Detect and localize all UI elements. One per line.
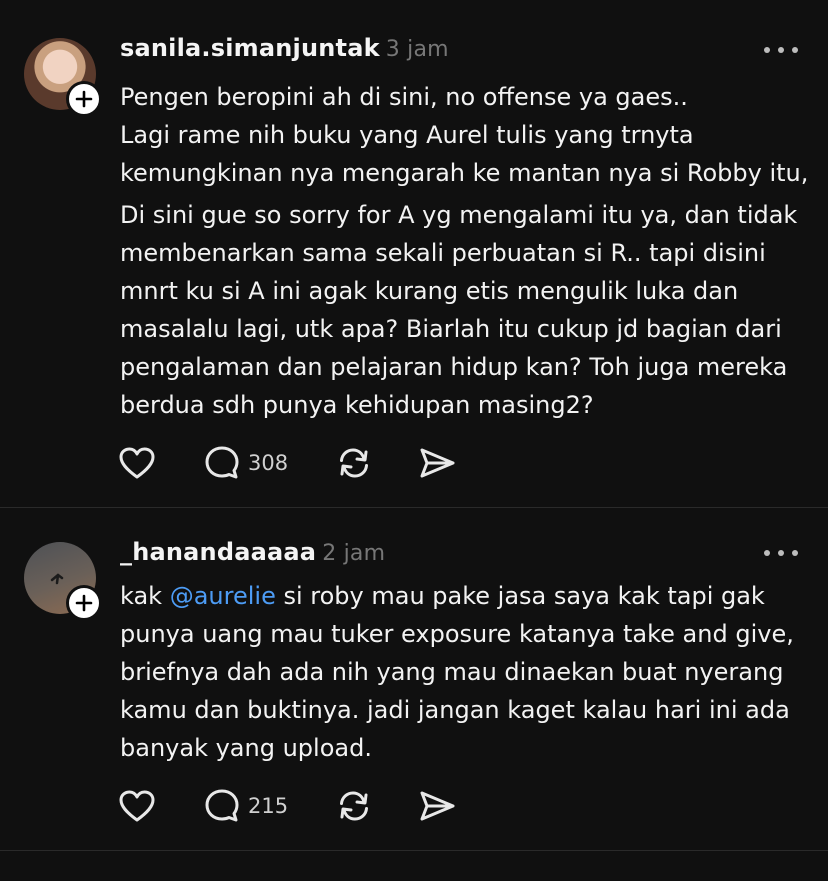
- username[interactable]: _hanandaaaaa: [120, 538, 316, 566]
- comment-icon: [205, 789, 239, 822]
- timestamp: 2 jam: [322, 541, 386, 566]
- post-text-line: briefnya dah ada nih yang mau dinaekan b…: [120, 658, 784, 686]
- divider: [0, 850, 828, 851]
- post-text-line: masalalu lagi, utk apa? Biarlah itu cuku…: [120, 315, 782, 343]
- reply-button[interactable]: 215: [204, 786, 336, 826]
- text-fragment: kak: [120, 582, 170, 610]
- like-button[interactable]: [118, 443, 204, 483]
- thread-post: _hanandaaaaa 2 jam kak @aurelie si roby m…: [0, 508, 828, 850]
- follow-plus-button[interactable]: [66, 585, 102, 621]
- repost-icon: [340, 791, 368, 821]
- timestamp: 3 jam: [385, 37, 449, 62]
- post-text-line: kemungkinan nya mengarah ke mantan nya s…: [120, 159, 809, 187]
- post-text-line: Lagi rame nih buku yang Aurel tulis yang…: [120, 121, 694, 149]
- reply-count: 215: [248, 794, 289, 818]
- action-bar: 308: [118, 443, 458, 483]
- reply-button[interactable]: 308: [204, 443, 336, 483]
- follow-plus-button[interactable]: [66, 81, 102, 117]
- more-options-icon[interactable]: [764, 46, 798, 54]
- username[interactable]: sanila.simanjuntak: [120, 34, 380, 62]
- mention-link[interactable]: @aurelie: [170, 582, 276, 610]
- reply-count: 308: [248, 451, 289, 475]
- repost-icon: [340, 448, 368, 478]
- post-text-line: banyak yang upload.: [120, 734, 372, 762]
- share-button[interactable]: [418, 443, 458, 483]
- post-text-line: pengalaman dan pelajaran hidup kan? Toh …: [120, 353, 788, 381]
- post-text-line: kamu dan buktinya. jadi jangan kaget kal…: [120, 696, 790, 724]
- heart-icon: [119, 447, 155, 479]
- text-fragment: si roby mau pake jasa saya kak tapi gak: [275, 582, 765, 610]
- post-text-line: mnrt ku si A ini agak kurang etis mengul…: [120, 277, 739, 305]
- share-button[interactable]: [418, 786, 458, 826]
- plus-icon: [75, 594, 93, 612]
- plus-icon: [75, 90, 93, 108]
- heart-icon: [119, 790, 155, 822]
- post-text-line: berdua sdh punya kehidupan masing2?: [120, 391, 594, 419]
- post-text-line: Pengen beropini ah di sini, no offense y…: [120, 83, 688, 111]
- post-text-line: punya uang mau tuker exposure katanya ta…: [120, 620, 794, 648]
- action-bar: 215: [118, 786, 458, 826]
- post-header: _hanandaaaaa 2 jam: [120, 538, 385, 566]
- like-button[interactable]: [118, 786, 204, 826]
- share-icon: [420, 448, 455, 478]
- post-text-line: Di sini gue so sorry for A yg mengalami …: [120, 201, 798, 229]
- post-text-line: membenarkan sama sekali perbuatan si R..…: [120, 239, 766, 267]
- comment-icon: [205, 446, 239, 479]
- repost-button[interactable]: [336, 443, 418, 483]
- post-text-line: kak @aurelie si roby mau pake jasa saya …: [120, 578, 765, 614]
- post-header: sanila.simanjuntak 3 jam: [120, 34, 449, 62]
- repost-button[interactable]: [336, 786, 418, 826]
- share-icon: [420, 791, 455, 821]
- thread-post: sanila.simanjuntak 3 jam Pengen beropini …: [0, 0, 828, 507]
- more-options-icon[interactable]: [764, 549, 798, 557]
